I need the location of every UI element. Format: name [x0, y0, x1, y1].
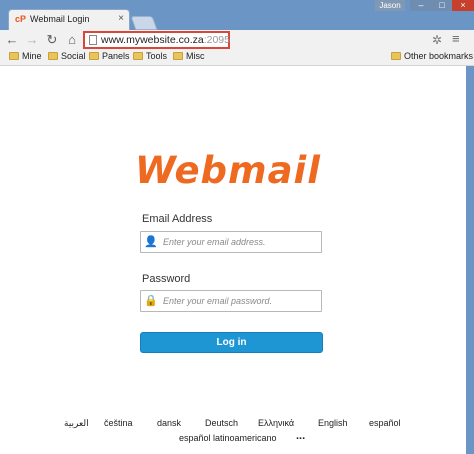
- email-field[interactable]: 👤: [140, 231, 322, 253]
- email-label: Email Address: [142, 213, 213, 225]
- language-link-english[interactable]: English: [318, 418, 348, 428]
- language-link-arabic[interactable]: العربية: [64, 418, 89, 429]
- password-field[interactable]: 🔒: [140, 290, 322, 312]
- bookmark-folder-tools[interactable]: Tools: [133, 51, 167, 61]
- webmail-logo: Webmail: [135, 149, 321, 192]
- folder-icon: [391, 52, 401, 60]
- login-button[interactable]: Log in: [140, 332, 323, 353]
- close-tab-icon[interactable]: ×: [118, 13, 124, 24]
- url-port: :2095: [203, 34, 230, 46]
- tab-webmail-login[interactable]: cP Webmail Login ×: [8, 9, 130, 30]
- profile-badge[interactable]: Jason: [375, 0, 405, 11]
- forward-arrow-icon[interactable]: →: [24, 32, 40, 48]
- minimize-icon[interactable]: –: [410, 0, 432, 11]
- folder-icon: [173, 52, 183, 60]
- back-arrow-icon[interactable]: ←: [4, 32, 20, 48]
- cpanel-favicon-icon: cP: [15, 14, 27, 24]
- lock-icon: 🔒: [144, 295, 158, 307]
- more-languages-link[interactable]: ...: [296, 430, 305, 442]
- language-link-danish[interactable]: dansk: [157, 418, 181, 428]
- language-link-czech[interactable]: čeština: [104, 418, 133, 428]
- password-input[interactable]: [163, 291, 319, 311]
- bookmark-folder-panels[interactable]: Panels: [89, 51, 130, 61]
- home-icon[interactable]: ⌂: [64, 32, 80, 48]
- folder-icon: [133, 52, 143, 60]
- language-link-greek[interactable]: Ελληνικά: [258, 418, 294, 428]
- bookmarks-bar: Mine Social Panels Tools Misc Other book…: [0, 50, 474, 66]
- url-host: www.mywebsite.co.za: [101, 34, 204, 46]
- page-content: Webmail Email Address 👤 Password 🔒 Log i…: [0, 66, 466, 454]
- tab-title: Webmail Login: [30, 14, 90, 24]
- extension-gear-icon[interactable]: ✲: [432, 33, 442, 47]
- other-bookmarks[interactable]: Other bookmarks: [391, 51, 473, 61]
- reload-icon[interactable]: ↻: [44, 32, 60, 48]
- browser-window: cP Webmail Login × Jason – □ × ← → ↻ ⌂ w…: [0, 0, 474, 454]
- language-link-german[interactable]: Deutsch: [205, 418, 238, 428]
- language-link-spanish[interactable]: español: [369, 418, 401, 428]
- new-tab-button[interactable]: [130, 16, 158, 30]
- address-bar[interactable]: www.mywebsite.co.za:2095: [83, 31, 230, 49]
- user-icon: 👤: [144, 236, 158, 248]
- menu-icon[interactable]: ≡: [452, 31, 460, 46]
- url-text: www.mywebsite.co.za:2095: [101, 34, 230, 46]
- language-link-spanish-latam[interactable]: español latinoamericano: [179, 433, 277, 443]
- tab-strip: cP Webmail Login × Jason – □ ×: [0, 0, 474, 30]
- browser-toolbar: ← → ↻ ⌂ www.mywebsite.co.za:2095 ✲ ≡: [0, 30, 474, 50]
- page-icon: [89, 35, 97, 45]
- bookmark-folder-misc[interactable]: Misc: [173, 51, 205, 61]
- window-right-edge: [466, 66, 474, 454]
- email-input[interactable]: [163, 232, 319, 252]
- folder-icon: [89, 52, 99, 60]
- maximize-icon[interactable]: □: [431, 0, 453, 11]
- bookmark-folder-social[interactable]: Social: [48, 51, 86, 61]
- folder-icon: [9, 52, 19, 60]
- close-window-icon[interactable]: ×: [452, 0, 474, 11]
- folder-icon: [48, 52, 58, 60]
- bookmark-folder-mine[interactable]: Mine: [9, 51, 42, 61]
- password-label: Password: [142, 273, 191, 285]
